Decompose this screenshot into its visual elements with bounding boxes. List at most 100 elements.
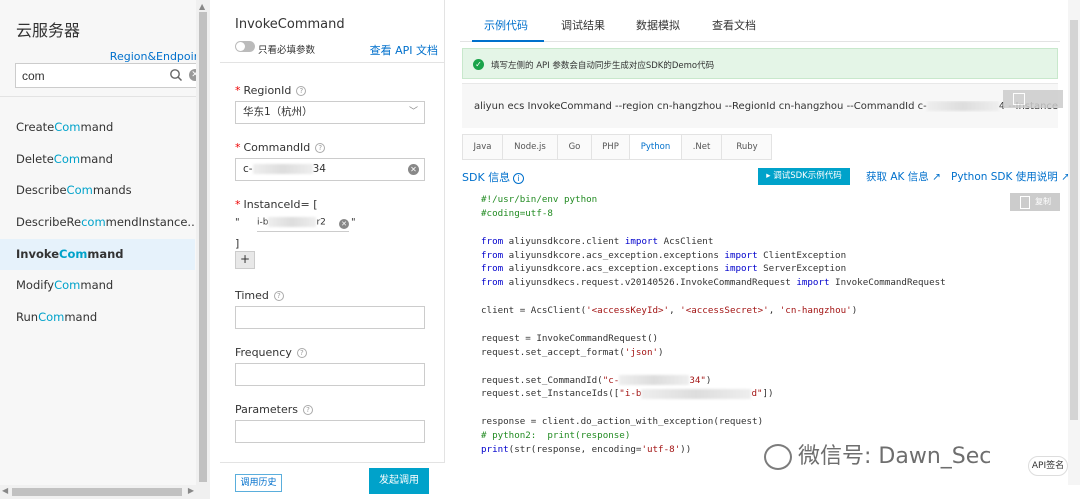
code-line: request.set_InstanceIds(["i-b d"]) <box>481 388 774 400</box>
api-list-item[interactable]: RunCommand <box>0 302 195 334</box>
api-list-item[interactable]: InvokeCommand <box>0 238 195 271</box>
commandid-input[interactable]: c- 34 ✕ <box>235 158 425 181</box>
check-icon: ✓ <box>473 59 484 70</box>
wechat-watermark: 微信号: Dawn_Sec <box>764 438 991 470</box>
sync-notice: ✓ 填写左侧的 API 参数会自动同步生成对应SDK的Demo代码 <box>462 48 1058 79</box>
api-name-title: InvokeCommand <box>235 17 345 32</box>
product-title: 云服务器 <box>16 21 81 40</box>
debug-sdk-button[interactable]: ▸ 调试SDK示例代码 <box>758 168 850 185</box>
view-api-doc-link[interactable]: 查看 API 文档 <box>370 42 438 58</box>
call-history-button[interactable]: 调用历史 <box>235 474 282 492</box>
cli-command-text[interactable]: aliyun ecs InvokeCommand --region cn-han… <box>474 101 1058 112</box>
code-panel-scrollbar[interactable] <box>1068 0 1080 485</box>
code-line: request.set_CommandId("c- 34") <box>481 374 712 386</box>
required-only-label: 只看必填参数 <box>258 45 316 56</box>
copy-code-button[interactable]: 复制 <box>1010 193 1060 211</box>
lang-tab-python[interactable]: Python <box>630 135 682 159</box>
hscrollbar-thumb[interactable] <box>12 488 182 496</box>
code-line: #!/usr/bin/env python <box>481 194 598 205</box>
scroll-left-icon[interactable]: ◀ <box>2 486 8 495</box>
tab-view-docs[interactable]: 查看文档 <box>712 17 756 33</box>
help-icon[interactable]: ? <box>315 143 326 153</box>
required-only-toggle[interactable] <box>235 41 255 52</box>
api-list-item[interactable]: DescribeRecommendInstance... <box>0 207 195 239</box>
help-icon[interactable]: ? <box>296 348 307 358</box>
code-line: request = InvokeCommandRequest() <box>481 332 659 344</box>
lang-tab-php[interactable]: PHP <box>592 135 630 159</box>
python-sdk-doc-link[interactable]: Python SDK 使用说明 ↗ <box>951 169 1070 184</box>
redacted-text <box>268 217 317 227</box>
scroll-up-icon[interactable]: ▲ <box>199 2 205 11</box>
app-window: 云服务器 Region&Endpoint ✕ CreateCommandDele… <box>0 0 1080 499</box>
api-signature-button[interactable]: API签名 <box>1028 456 1068 476</box>
parameters-label: Parameters? <box>235 403 313 416</box>
params-panel: InvokeCommand 只看必填参数 查看 API 文档 * RegionId… <box>220 0 445 499</box>
code-line: from aliyunsdkcore.acs_exception.excepti… <box>481 263 847 275</box>
api-list-item[interactable]: DescribeCommands <box>0 175 195 207</box>
get-ak-link[interactable]: 获取 AK 信息 ↗ <box>866 169 941 184</box>
array-close-bracket: ] <box>235 237 240 250</box>
regionid-select[interactable]: 华东1（杭州） ﹀ <box>235 101 425 124</box>
lang-tab-ruby[interactable]: Ruby <box>722 135 772 159</box>
clear-field-icon[interactable]: ✕ <box>408 164 419 175</box>
scrollbar-thumb[interactable] <box>1070 20 1078 420</box>
api-sidebar: 云服务器 Region&Endpoint ✕ CreateCommandDele… <box>0 0 210 499</box>
tab-sample-code[interactable]: 示例代码 <box>484 17 528 33</box>
api-list-item[interactable]: ModifyCommand <box>0 270 195 302</box>
parameters-input[interactable] <box>235 420 425 443</box>
sdk-info-link[interactable]: SDK 信息 i <box>462 169 525 185</box>
code-line: client = AcsClient('<accessKeyId>', '<ac… <box>481 305 858 317</box>
redacted-text <box>252 164 313 174</box>
active-tab-indicator <box>472 40 544 42</box>
api-search-box[interactable]: ✕ <box>15 63 206 88</box>
params-footer: 调用历史 发起调用 <box>220 462 445 499</box>
region-endpoint-link[interactable]: Region&Endpoint <box>110 50 205 63</box>
redacted-text <box>641 388 752 399</box>
python-code: #!/usr/bin/env python #coding=utf-8 from… <box>481 193 946 457</box>
help-icon[interactable]: ? <box>296 86 307 96</box>
instanceid-item-input[interactable]: i-b r2 <box>257 217 349 232</box>
sidebar-scrollbar[interactable]: ▲ <box>196 0 210 485</box>
lang-tab-go[interactable]: Go <box>558 135 592 159</box>
frequency-input[interactable] <box>235 363 425 386</box>
tab-debug-result[interactable]: 调试结果 <box>561 17 605 33</box>
lang-tab-nodejs[interactable]: Node.js <box>503 135 558 159</box>
redacted-text <box>926 101 999 111</box>
result-tabs: 示例代码 调试结果 数据模拟 查看文档 <box>460 0 1060 42</box>
scroll-right-icon[interactable]: ▶ <box>188 486 194 495</box>
add-instance-button[interactable]: + <box>235 251 255 269</box>
api-search-input[interactable] <box>22 67 162 85</box>
search-icon[interactable] <box>169 68 183 82</box>
api-list: CreateCommand DeleteCommand DescribeComman… <box>0 112 195 334</box>
timed-label: Timed? <box>235 289 284 302</box>
language-tabs: Java Node.js Go PHP Python .Net Ruby <box>462 134 772 160</box>
copy-cli-button[interactable] <box>1003 90 1063 108</box>
chevron-down-icon: ﹀ <box>408 107 418 117</box>
cli-command-box: aliyun ecs InvokeCommand --region cn-han… <box>462 83 1058 128</box>
invoke-call-button[interactable]: 发起调用 <box>369 468 429 494</box>
api-list-item[interactable]: CreateCommand <box>0 112 195 144</box>
external-link-icon: ↗ <box>932 171 941 183</box>
tab-data-mock[interactable]: 数据模拟 <box>636 17 680 33</box>
sidebar-hscrollbar[interactable]: ◀ ▶ <box>0 485 210 499</box>
code-line: response = client.do_action_with_excepti… <box>481 416 764 428</box>
code-line: from aliyunsdkcore.acs_exception.excepti… <box>481 249 847 261</box>
help-icon[interactable]: ? <box>273 291 284 301</box>
clear-field-icon[interactable]: ✕ <box>339 219 349 229</box>
api-list-item[interactable]: DeleteCommand <box>0 144 195 176</box>
help-icon[interactable]: ? <box>302 405 313 415</box>
lang-tab-java[interactable]: Java <box>463 135 503 159</box>
info-icon: i <box>513 173 525 184</box>
divider <box>0 96 210 97</box>
code-line: request.set_accept_format('json') <box>481 346 664 358</box>
code-panel: 示例代码 调试结果 数据模拟 查看文档 ✓ 填写左侧的 API 参数会自动同步生… <box>454 0 1080 499</box>
timed-input[interactable] <box>235 306 425 329</box>
lang-tab-dotnet[interactable]: .Net <box>682 135 722 159</box>
code-line: from aliyunsdkcore.client import AcsClie… <box>481 235 714 247</box>
code-line: #coding=utf-8 <box>481 207 553 219</box>
instanceid-label: * InstanceId= [ <box>235 198 318 211</box>
scrollbar-thumb[interactable] <box>199 12 207 482</box>
